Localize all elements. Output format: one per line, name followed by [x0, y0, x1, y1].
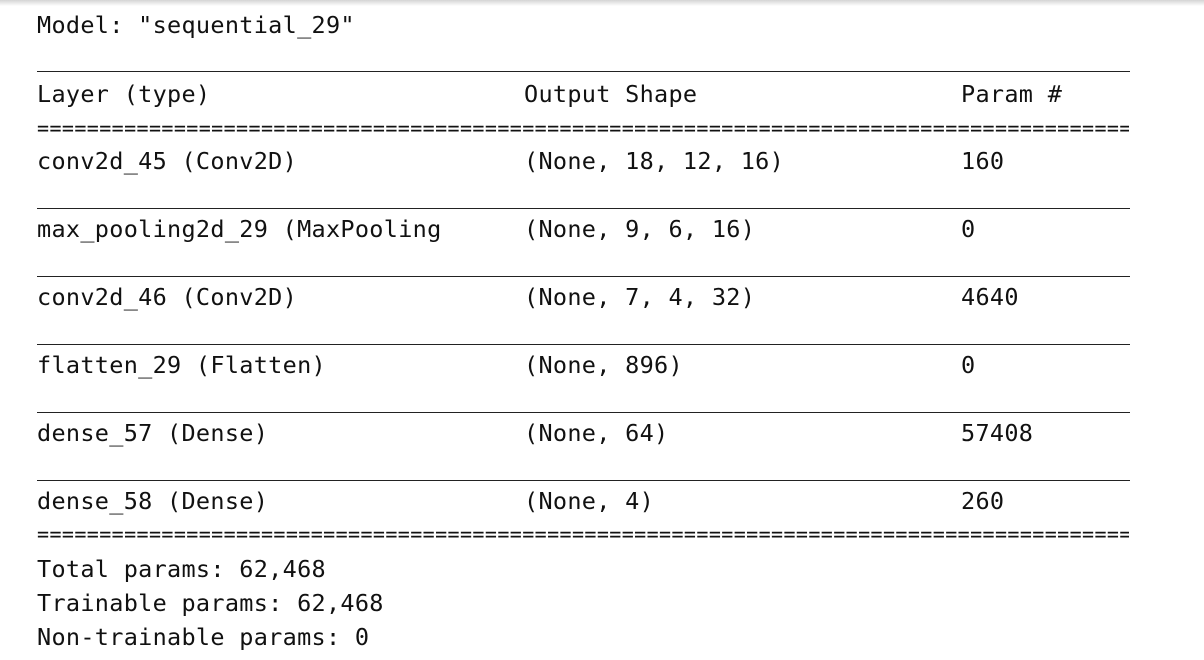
- row-rule: [37, 412, 1130, 413]
- layer-params: 0: [961, 351, 976, 379]
- header-params: Param #: [961, 80, 1063, 108]
- layer-output-shape: (None, 896): [524, 351, 683, 379]
- table-row: dense_57 (Dense) (None, 64) 57408: [37, 417, 1033, 449]
- header-double-rule: ========================================…: [37, 118, 1129, 138]
- layer-name: dense_57 (Dense): [37, 419, 269, 447]
- row-rule: [37, 276, 1130, 277]
- row-rule: [37, 208, 1130, 209]
- table-row: dense_58 (Dense) (None, 4) 260: [37, 485, 1004, 517]
- table-row: max_pooling2d_29 (MaxPooling (None, 9, 6…: [37, 213, 975, 245]
- layer-output-shape: (None, 7, 4, 32): [524, 283, 756, 311]
- row-rule: [37, 344, 1130, 345]
- header-top-rule: [37, 71, 1130, 72]
- layer-output-shape: (None, 4): [524, 487, 655, 515]
- total-params: Total params: 62,468: [37, 555, 326, 583]
- header-layer: Layer (type): [37, 80, 211, 108]
- model-title: Model: "sequential_29": [37, 11, 355, 39]
- table-row: flatten_29 (Flatten) (None, 896) 0: [37, 349, 975, 381]
- layer-name: conv2d_46 (Conv2D): [37, 283, 298, 311]
- row-rule: [37, 480, 1130, 481]
- layer-params: 160: [961, 147, 1005, 175]
- table-row: conv2d_46 (Conv2D) (None, 7, 4, 32) 4640: [37, 281, 1018, 313]
- layer-output-shape: (None, 64): [524, 419, 669, 447]
- layer-params: 260: [961, 487, 1005, 515]
- model-summary: Model: "sequential_29" Layer (type) Outp…: [37, 0, 1137, 660]
- layer-params: 0: [961, 215, 976, 243]
- layer-name: max_pooling2d_29 (MaxPooling: [37, 215, 442, 243]
- layer-output-shape: (None, 18, 12, 16): [524, 147, 785, 175]
- non-trainable-params: Non-trainable params: 0: [37, 623, 370, 651]
- layer-name: conv2d_45 (Conv2D): [37, 147, 298, 175]
- layer-name: flatten_29 (Flatten): [37, 351, 326, 379]
- header-output-shape: Output Shape: [524, 80, 698, 108]
- table-header: Layer (type) Output Shape Param #: [37, 78, 1062, 110]
- layer-output-shape: (None, 9, 6, 16): [524, 215, 756, 243]
- table-row: conv2d_45 (Conv2D) (None, 18, 12, 16) 16…: [37, 145, 1004, 177]
- layer-params: 4640: [961, 283, 1019, 311]
- footer-double-rule: ========================================…: [37, 524, 1129, 544]
- trainable-params: Trainable params: 62,468: [37, 589, 384, 617]
- layer-name: dense_58 (Dense): [37, 487, 269, 515]
- layer-params: 57408: [961, 419, 1034, 447]
